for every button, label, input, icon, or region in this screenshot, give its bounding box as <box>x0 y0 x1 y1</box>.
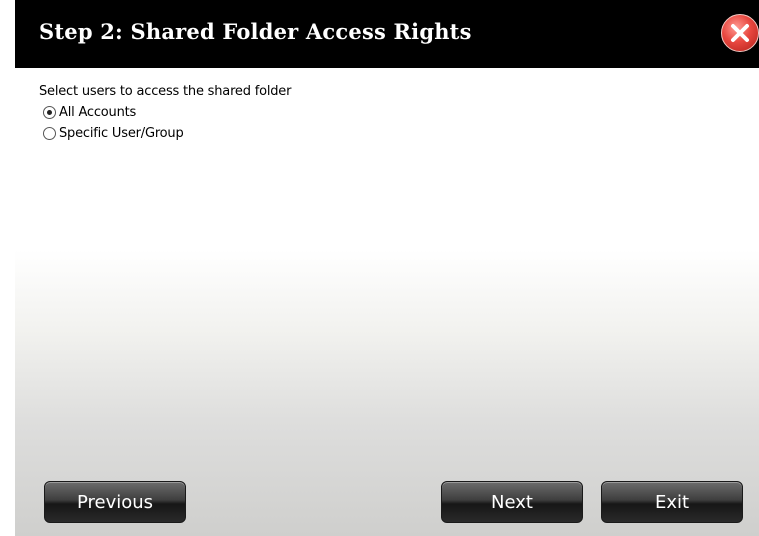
dialog-content: Select users to access the shared folder… <box>39 84 291 141</box>
option-specific-user-group-label: Specific User/Group <box>59 126 184 141</box>
option-all-accounts[interactable]: All Accounts <box>43 105 291 120</box>
wizard-dialog: Step 2: Shared Folder Access Rights Sele… <box>15 0 759 536</box>
option-specific-user-group[interactable]: Specific User/Group <box>43 126 291 141</box>
exit-button[interactable]: Exit <box>601 481 743 523</box>
previous-button[interactable]: Previous <box>44 481 186 523</box>
close-icon <box>731 24 749 42</box>
option-all-accounts-label: All Accounts <box>59 105 137 120</box>
prompt-label: Select users to access the shared folder <box>39 84 292 99</box>
next-button[interactable]: Next <box>441 481 583 523</box>
close-button[interactable] <box>721 14 759 52</box>
radio-specific-user-group[interactable] <box>43 127 56 140</box>
title-bar: Step 2: Shared Folder Access Rights <box>15 0 759 68</box>
dialog-title: Step 2: Shared Folder Access Rights <box>39 19 472 44</box>
radio-all-accounts[interactable] <box>43 106 56 119</box>
